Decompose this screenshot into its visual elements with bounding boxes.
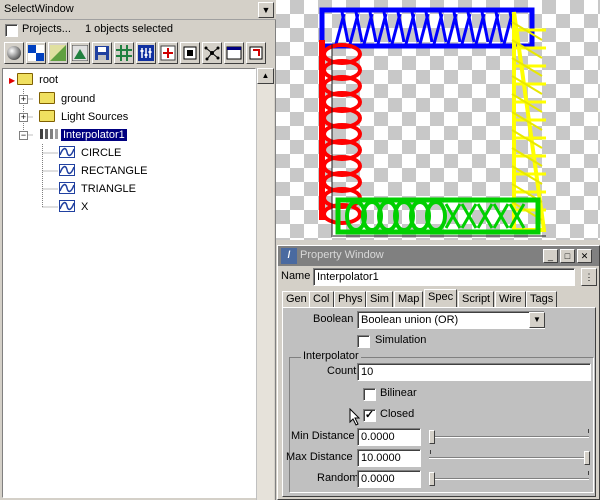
random-label: Random — [317, 472, 359, 484]
boolean-select[interactable]: Boolean union (OR) — [357, 311, 545, 329]
tab-col[interactable]: Col — [309, 291, 334, 307]
image-icon[interactable] — [70, 42, 90, 64]
count-label: Count — [327, 365, 357, 377]
scroll-up-icon[interactable]: ▲ — [257, 68, 274, 84]
tree-node-ground[interactable]: ground — [39, 91, 97, 107]
min-distance-label: Min Distance — [291, 430, 355, 442]
tree-scrollbar[interactable]: ▲ — [256, 68, 274, 500]
bilinear-label: Bilinear — [380, 387, 417, 399]
spec-panel: Boolean Boolean union (OR) ▼ Simulation … — [282, 307, 596, 497]
projects-label: Projects... — [22, 23, 71, 35]
max-distance-field[interactable]: 10.0000 — [357, 449, 421, 467]
window-icon[interactable] — [224, 42, 244, 64]
tree-node-x[interactable]: X — [59, 199, 90, 215]
name-label: Name — [281, 270, 311, 282]
save-icon[interactable] — [92, 42, 112, 64]
chevron-down-icon[interactable]: ▼ — [529, 312, 545, 328]
gradient-icon[interactable] — [48, 42, 68, 64]
node-icon[interactable] — [180, 42, 200, 64]
expand-plus-icon[interactable]: + — [19, 113, 28, 122]
tree-node-light-sources[interactable]: Light Sources — [39, 109, 130, 125]
select-window-title: SelectWindow — [4, 3, 74, 15]
interpolator-label: Interpolator1 — [61, 129, 127, 141]
curve-icon — [59, 200, 75, 212]
close-icon[interactable]: ✕ — [577, 249, 592, 263]
tab-tags[interactable]: Tags — [526, 291, 558, 307]
max-distance-label: Max Distance — [286, 451, 353, 463]
property-window: / Property Window _ □ ✕ Name Interpolato… — [277, 245, 600, 500]
random-field[interactable]: 0.0000 — [357, 470, 421, 488]
minimize-icon[interactable]: _ — [543, 249, 558, 263]
closed-label: Closed — [380, 408, 415, 420]
interpolator-group-title: Interpolator — [301, 350, 361, 362]
max-distance-slider-track[interactable] — [429, 457, 589, 459]
select-window-titlebar: SelectWindow ▼ — [0, 0, 276, 20]
tab-sim[interactable]: Sim — [366, 291, 393, 307]
closed-checkbox[interactable]: ✓ — [363, 409, 376, 422]
slider-tick — [430, 450, 431, 454]
curve-icon — [59, 146, 75, 158]
tab-map[interactable]: Map — [394, 291, 424, 307]
tree-node-root[interactable]: ▶ root — [9, 72, 60, 88]
scene-tree[interactable]: ▶ root + ground + Light Sources − Interpo… — [2, 68, 256, 498]
random-slider-thumb[interactable] — [429, 472, 435, 486]
name-field[interactable]: Interpolator1 — [313, 268, 575, 286]
tree-node-interpolator[interactable]: Interpolator1 — [39, 127, 127, 143]
object-toolbar — [4, 42, 274, 66]
expand-plus-icon[interactable]: + — [19, 95, 28, 104]
frame-icon[interactable] — [246, 42, 266, 64]
curve-icon — [59, 182, 75, 194]
simulation-checkbox[interactable] — [357, 335, 370, 348]
app-icon: / — [281, 248, 297, 264]
tree-node-circle[interactable]: CIRCLE — [59, 145, 123, 161]
tab-spec[interactable]: Spec — [424, 289, 458, 307]
tree-node-triangle[interactable]: TRIANGLE — [59, 181, 138, 197]
selection-status: 1 objects selected — [85, 23, 174, 35]
caret-right-icon: ▶ — [9, 76, 16, 85]
plus-box-icon[interactable] — [158, 42, 178, 64]
count-field[interactable]: 10 — [357, 363, 591, 381]
property-window-title: Property Window — [300, 249, 384, 261]
min-distance-slider-track[interactable] — [429, 436, 589, 438]
folder-icon — [39, 110, 55, 122]
graph-icon[interactable] — [202, 42, 222, 64]
property-window-titlebar[interactable]: / Property Window _ □ ✕ — [278, 246, 599, 266]
projects-row: Projects... 1 objects selected — [0, 20, 276, 40]
curve-icon — [59, 164, 75, 176]
boolean-label: Boolean — [313, 313, 354, 325]
interpolated-shapes — [319, 7, 547, 237]
blue-series — [319, 7, 535, 49]
collapse-minus-icon[interactable]: − — [19, 131, 28, 140]
sphere-icon[interactable] — [4, 42, 24, 64]
tab-gen[interactable]: Gen — [282, 291, 311, 307]
max-distance-slider-thumb[interactable] — [584, 451, 590, 465]
grid-icon[interactable] — [114, 42, 134, 64]
simulation-label: Simulation — [375, 334, 427, 346]
folder-icon — [17, 73, 34, 85]
interpolator-icon — [40, 129, 58, 139]
slider-tick — [588, 429, 589, 433]
green-series — [335, 197, 541, 235]
tab-phys[interactable]: Phys — [334, 291, 367, 307]
mouse-cursor-icon — [349, 408, 361, 426]
min-distance-slider-thumb[interactable] — [429, 430, 435, 444]
bilinear-checkbox[interactable] — [363, 388, 376, 401]
browse-button[interactable]: ⋮ — [581, 268, 597, 286]
folder-icon — [39, 92, 55, 104]
projects-checkbox[interactable] — [5, 24, 18, 37]
tab-wire[interactable]: Wire — [495, 291, 526, 307]
min-distance-field[interactable]: 0.0000 — [357, 428, 421, 446]
checker-icon[interactable] — [26, 42, 46, 64]
tree-node-rectangle[interactable]: RECTANGLE — [59, 163, 149, 179]
tab-script[interactable]: Script — [458, 291, 495, 307]
slider-tick — [588, 471, 589, 475]
select-window: SelectWindow ▼ Projects... 1 objects sel… — [0, 0, 276, 500]
equalizer-icon[interactable] — [136, 42, 156, 64]
chevron-down-icon[interactable]: ▼ — [258, 2, 274, 18]
red-series — [319, 40, 362, 225]
render-viewport[interactable] — [276, 0, 600, 240]
random-slider-track[interactable] — [429, 478, 589, 480]
maximize-icon[interactable]: □ — [560, 249, 575, 263]
